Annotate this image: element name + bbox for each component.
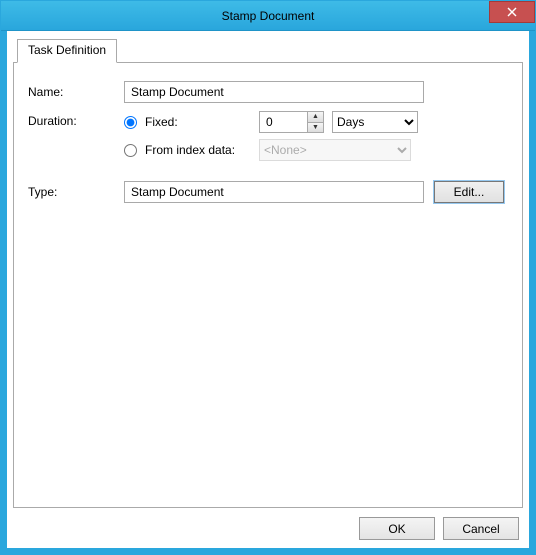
duration-index-select: <None> — [259, 139, 411, 161]
close-button[interactable] — [489, 1, 535, 23]
duration-label: Duration: — [28, 111, 124, 128]
duration-unit-select[interactable]: Days — [332, 111, 418, 133]
duration-index-radio[interactable] — [124, 144, 137, 157]
type-label: Type: — [28, 185, 124, 199]
tabstrip: Task Definition — [13, 37, 523, 63]
ok-button[interactable]: OK — [359, 517, 435, 540]
tab-task-definition[interactable]: Task Definition — [17, 39, 117, 63]
type-input[interactable] — [124, 181, 424, 203]
close-icon — [507, 7, 517, 17]
name-label: Name: — [28, 85, 124, 99]
name-input[interactable] — [124, 81, 424, 103]
duration-fixed-label: Fixed: — [145, 115, 255, 129]
edit-button[interactable]: Edit... — [434, 181, 504, 203]
client-area: Task Definition Name: Duration: Fixed: — [1, 31, 535, 554]
titlebar: Stamp Document — [1, 1, 535, 31]
duration-fixed-radio[interactable] — [124, 116, 137, 129]
spinner-up-icon[interactable]: ▲ — [308, 112, 323, 123]
cancel-button[interactable]: Cancel — [443, 517, 519, 540]
spinner-down-icon[interactable]: ▼ — [308, 123, 323, 133]
window-title: Stamp Document — [222, 9, 315, 23]
dialog-window: Stamp Document Task Definition Name: — [0, 0, 536, 555]
duration-index-label: From index data: — [145, 143, 255, 157]
tabpanel-task-definition: Name: Duration: Fixed: — [13, 62, 523, 508]
duration-value-spinner: ▲ ▼ — [259, 111, 324, 133]
dialog-footer: OK Cancel — [359, 517, 519, 540]
duration-value-input[interactable] — [259, 111, 307, 133]
